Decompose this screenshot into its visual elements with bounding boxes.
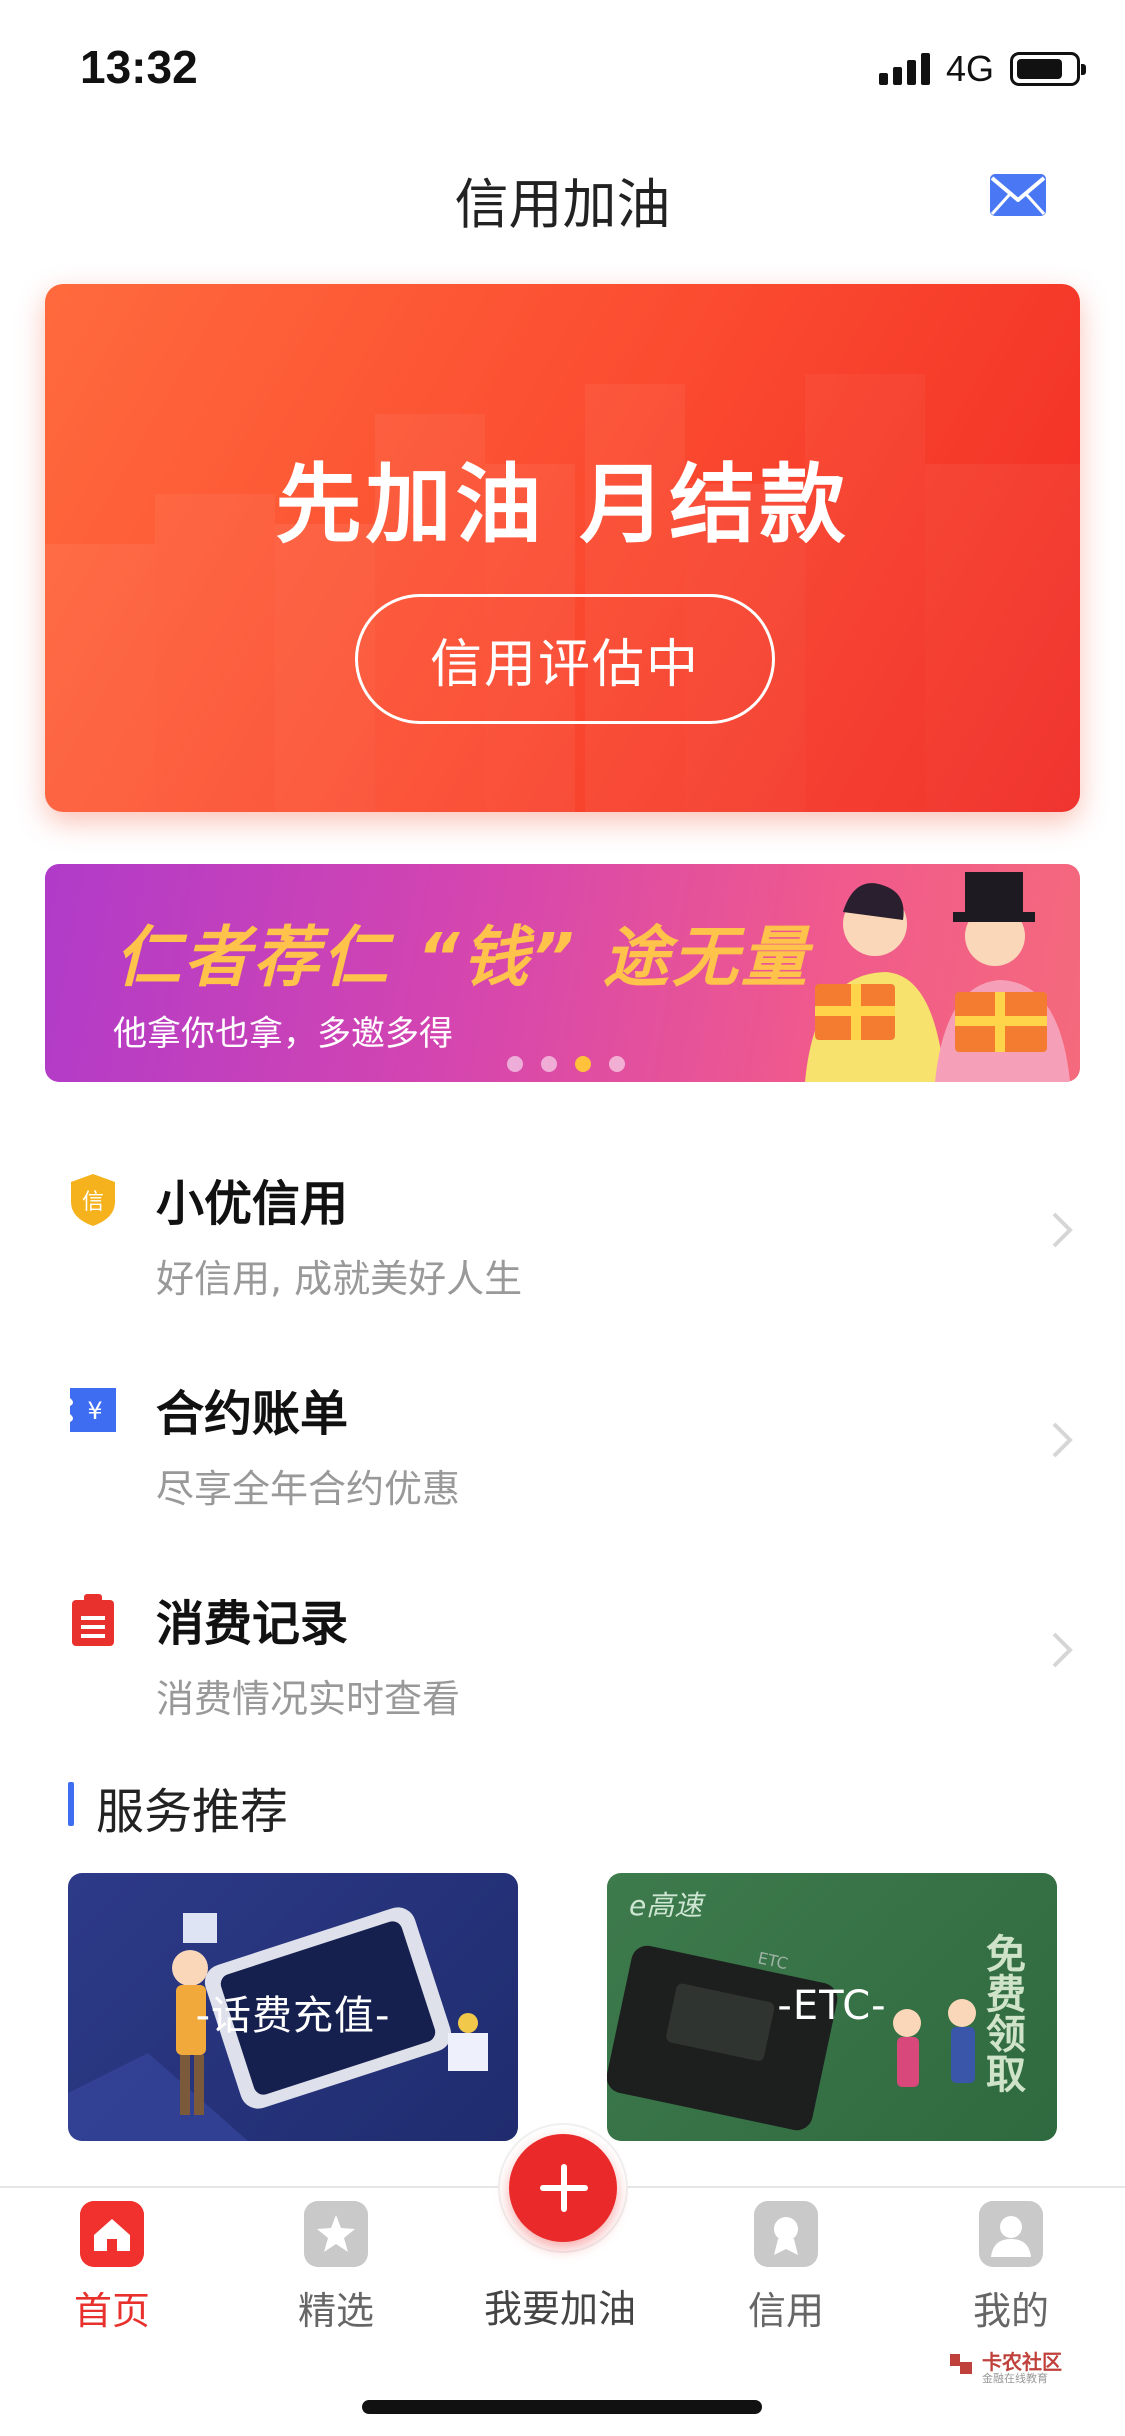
service-card-label: -ETC- <box>777 1983 887 2029</box>
yuan-ticket-icon: ¥ <box>70 1388 116 1432</box>
tab-label: 我的 <box>972 2289 1049 2333</box>
signal-icon <box>878 53 930 85</box>
tab-home[interactable]: 首页 <box>12 2188 212 2338</box>
list-item-title: 合约账单 <box>156 1386 349 1442</box>
page-title: 信用加油 <box>454 173 671 236</box>
battery-level <box>1017 59 1062 79</box>
status-bar: 13:32 4G <box>0 0 1125 135</box>
promo-banner[interactable]: 仁者荐仁 “钱” 途无量 他拿你也拿，多邀多得 <box>45 864 1080 1082</box>
shield-credit-icon: 信 <box>71 1174 115 1226</box>
tab-mine[interactable]: 我的 <box>911 2188 1111 2338</box>
list-item-subtitle: 消费情况实时查看 <box>156 1677 461 1721</box>
banner-page-indicator <box>507 1056 625 1072</box>
badge-icon <box>754 2201 818 2267</box>
chevron-right-icon <box>1052 1632 1073 1668</box>
star-tag-icon <box>304 2201 368 2267</box>
list-item-credit[interactable]: 信 小优信用 好信用, 成就美好人生 <box>0 1172 1125 1372</box>
home-indicator[interactable] <box>362 2400 762 2414</box>
status-time: 13:32 <box>80 41 198 93</box>
profile-icon <box>979 2201 1043 2267</box>
chevron-right-icon <box>1052 1212 1073 1248</box>
promo-title: 仁者荐仁 “钱” 途无量 <box>115 919 810 996</box>
tab-label: 首页 <box>73 2289 150 2333</box>
list-item-subtitle: 尽享全年合约优惠 <box>156 1467 461 1511</box>
status-indicators: 4G <box>878 48 1086 90</box>
battery-icon <box>1010 52 1086 86</box>
watermark-logo-icon <box>950 2354 972 2374</box>
watermark-tagline: 金融在线教育 <box>982 2372 1048 2385</box>
credit-assessment-button[interactable]: 信用评估中 <box>355 594 775 724</box>
etc-brand-text: e高速 <box>629 1889 706 1922</box>
watermark: 卡农社区 金融在线教育 <box>946 2346 1096 2386</box>
service-card-phone-recharge[interactable]: -话费充值- <box>68 1873 518 2141</box>
svg-text:信: 信 <box>82 1190 104 1215</box>
list-item-consumption[interactable]: 消费记录 消费情况实时查看 <box>0 1592 1125 1792</box>
list-item-title: 小优信用 <box>156 1176 349 1232</box>
svg-text:¥: ¥ <box>87 1397 102 1425</box>
refuel-button[interactable] <box>500 2125 626 2251</box>
tab-label: 精选 <box>297 2289 374 2333</box>
hero-card: 先加油 月结款 信用评估中 <box>45 284 1080 812</box>
plus-icon <box>509 2134 617 2242</box>
chevron-right-icon <box>1052 1422 1073 1458</box>
section-accent-bar <box>68 1782 74 1826</box>
home-icon <box>80 2201 144 2267</box>
gift-people-illustration <box>805 872 1070 1082</box>
tab-label: 信用 <box>747 2289 824 2333</box>
network-type: 4G <box>945 48 994 89</box>
page-dot-active[interactable] <box>575 1056 591 1072</box>
etc-card-text: ETC <box>756 1948 789 1973</box>
mail-icon[interactable] <box>988 172 1048 218</box>
list-item-subtitle: 好信用, 成就美好人生 <box>156 1257 523 1301</box>
promo-subtitle: 他拿你也拿，多邀多得 <box>113 1014 453 1054</box>
tab-featured[interactable]: 精选 <box>236 2188 436 2338</box>
page-dot[interactable] <box>541 1056 557 1072</box>
tab-credit[interactable]: 信用 <box>686 2188 886 2338</box>
service-card-label: -话费充值- <box>195 1993 391 2039</box>
refuel-label[interactable]: 我要加油 <box>460 2278 660 2333</box>
page-dot[interactable] <box>609 1056 625 1072</box>
clipboard-icon <box>72 1594 114 1646</box>
service-card-etc[interactable]: e高速 ETC 免费领取 -ETC- <box>607 1873 1057 2141</box>
hero-title: 先加油 月结款 <box>275 455 850 555</box>
page-dot[interactable] <box>507 1056 523 1072</box>
list-item-contract-bill[interactable]: ¥ 合约账单 尽享全年合约优惠 <box>0 1382 1125 1582</box>
list-item-title: 消费记录 <box>156 1596 349 1652</box>
section-title: 服务推荐 <box>96 1784 289 1840</box>
